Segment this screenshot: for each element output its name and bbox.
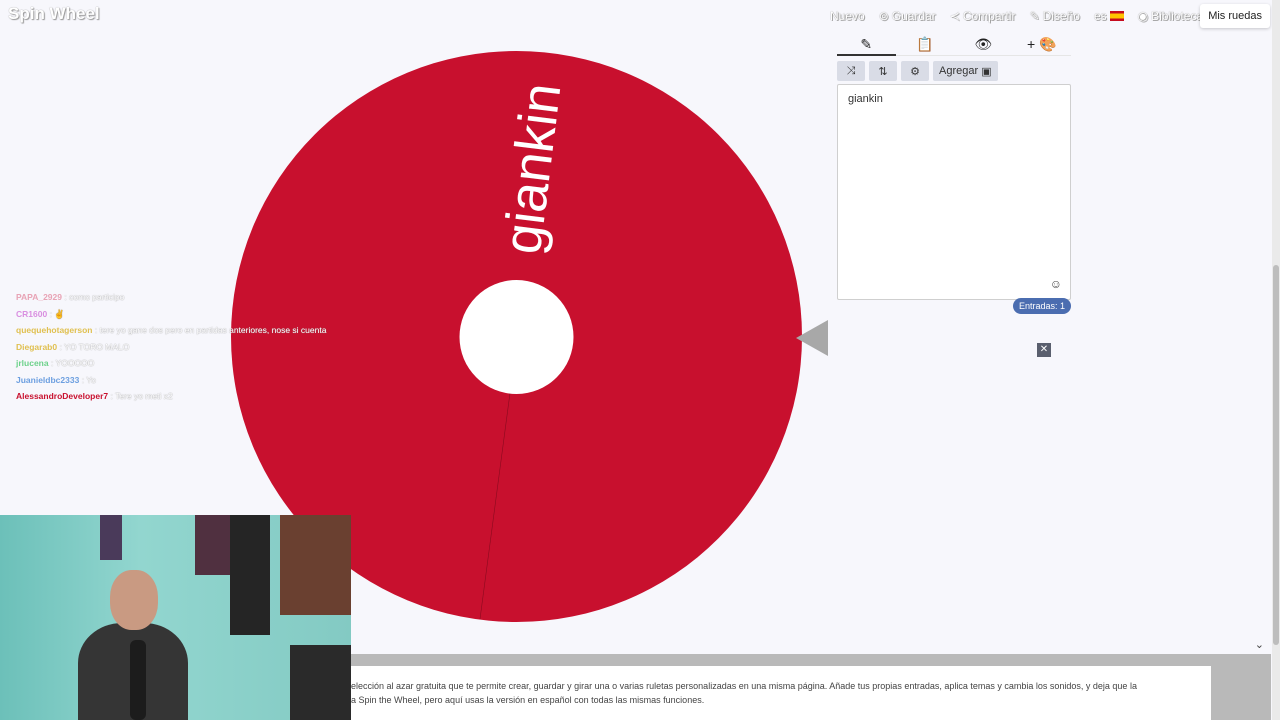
nav-design[interactable]: ✎ Diseño — [1030, 9, 1080, 23]
chat-user: AlessandroDeveloper7 — [16, 391, 109, 401]
chat-message: jrlucena : YOOOOO — [16, 355, 326, 372]
nav-new-label: Nuevo — [830, 9, 865, 23]
sort-button[interactable]: ⇅ — [869, 61, 897, 81]
wall-poster — [100, 515, 122, 560]
share-icon: ≺ — [949, 9, 960, 23]
nav-share-label: Compartir — [962, 9, 1016, 23]
nav-library-label: Biblioteca — [1151, 9, 1204, 23]
chat-message: PAPA_2929 : como participo — [16, 289, 326, 306]
nav-save-label: Guardar — [891, 9, 936, 23]
monitor — [290, 645, 351, 720]
chat-text: : YO TORO MALO — [59, 341, 130, 352]
chat-user: Diegarab0 — [16, 341, 58, 352]
chat-text: : ✌ — [49, 308, 65, 319]
editor-tabs: ✎ 📋 👁 + 🎨 — [837, 32, 1071, 56]
nav-library[interactable]: ◉ Biblioteca — [1138, 9, 1204, 23]
chat-overlay: PAPA_2929 : como participo CR1600 : ✌ qu… — [16, 289, 326, 405]
chat-user: Juanieldbc2333 — [16, 374, 80, 385]
chat-user: quequehotagerson — [16, 325, 93, 335]
scrollbar-thumb[interactable] — [1273, 265, 1279, 645]
chat-text: : Yo — [81, 374, 96, 385]
app-logo[interactable]: Spin Wheel — [8, 4, 100, 24]
tab-hide[interactable]: 👁 — [954, 32, 1013, 56]
wheel-pointer — [796, 320, 828, 356]
close-icon[interactable]: ✕ — [1037, 343, 1051, 357]
wall-poster — [280, 515, 351, 615]
nav-language-label: es — [1093, 9, 1107, 23]
chat-user: PAPA_2929 — [16, 292, 62, 302]
my-wheels-button[interactable]: Mis ruedas — [1200, 4, 1270, 28]
chat-message: AlessandroDeveloper7 : Tere yo meti x2 — [16, 388, 326, 405]
chevron-down-icon[interactable]: ⌄ — [1255, 638, 1264, 651]
webcam-overlay — [0, 515, 351, 720]
webcam-door — [230, 515, 270, 635]
chat-text: : Tere yo meti x2 — [110, 391, 173, 401]
add-image-button[interactable]: Agregar ▣ — [933, 61, 998, 81]
chat-user: jrlucena — [16, 358, 49, 368]
editor-panel: ✎ 📋 👁 + 🎨 ⤨ ⇅ ⚙ Agregar ▣ giankin ☺ Entr… — [837, 32, 1071, 314]
chat-text: : tere yo gane dos pero en partidas ante… — [94, 325, 327, 335]
description-line-1: elección al azar gratuita que te permite… — [351, 681, 1137, 691]
nav-design-label: Diseño — [1042, 9, 1080, 23]
brush-icon: ✎ — [1029, 9, 1040, 23]
nav-save[interactable]: ⊚ Guardar — [879, 9, 936, 23]
nav-share[interactable]: ≺ Compartir — [950, 9, 1016, 23]
entries-text: giankin — [848, 93, 883, 105]
entry-tools: ⤨ ⇅ ⚙ Agregar ▣ — [837, 61, 1071, 81]
description-line-2: a Spin the Wheel, pero aquí usas la vers… — [351, 695, 705, 705]
image-icon: ▣ — [981, 65, 992, 78]
chat-text: : YOOOOO — [50, 358, 95, 368]
chat-message: Juanieldbc2333 : Yo — [16, 372, 326, 389]
flag-spain-icon — [1109, 11, 1124, 21]
description-text: elección al azar gratuita que te permite… — [351, 666, 1211, 720]
streamer-head — [110, 570, 158, 630]
add-image-label: Agregar — [939, 65, 979, 77]
shuffle-button[interactable]: ⤨ — [837, 61, 865, 81]
emoji-icon[interactable]: ☺ — [1050, 277, 1062, 291]
microphone — [130, 640, 146, 720]
tab-add-wheel[interactable]: + 🎨 — [1013, 32, 1072, 56]
chat-message: CR1600 : ✌ — [16, 306, 326, 323]
save-icon: ⊚ — [878, 9, 889, 23]
wheel-center-hub — [459, 280, 574, 394]
entries-textarea[interactable]: giankin ☺ — [837, 84, 1071, 300]
nav-new[interactable]: Nuevo — [830, 9, 865, 23]
chat-message: Diegarab0 : YO TORO MALO — [16, 339, 326, 356]
wall-poster — [195, 515, 235, 575]
entries-count-badge: Entradas: 1 — [1012, 298, 1071, 314]
tab-results[interactable]: 📋 — [896, 32, 955, 56]
settings-button[interactable]: ⚙ — [901, 61, 929, 81]
tab-edit-entries[interactable]: ✎ — [837, 32, 896, 56]
chat-message: quequehotagerson : tere yo gane dos pero… — [16, 322, 326, 339]
chat-user: CR1600 — [16, 308, 48, 319]
nav-language[interactable]: es — [1094, 9, 1124, 23]
globe-icon: ◉ — [1137, 9, 1149, 23]
chat-text: : como participo — [64, 292, 125, 302]
